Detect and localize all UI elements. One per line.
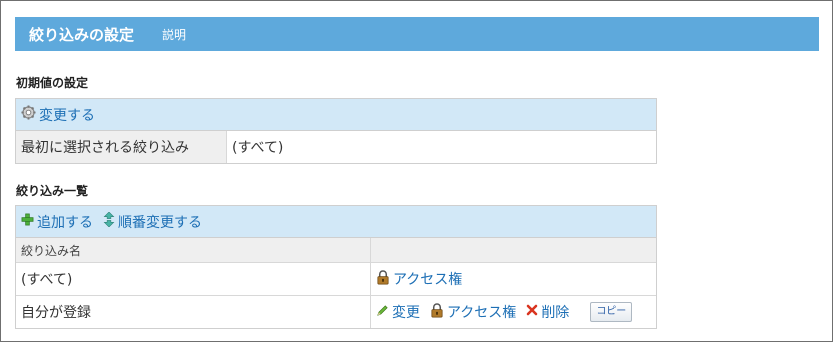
gear-icon [21, 105, 36, 124]
page-title: 絞り込みの設定 [29, 25, 135, 44]
table-row: (すべて) アクセス権 [16, 262, 656, 295]
default-filter-value: (すべて) [226, 131, 656, 163]
column-header-name: 絞り込み名 [16, 238, 370, 262]
delete-button[interactable]: 削除 [526, 302, 569, 322]
change-default-label: 変更する [39, 107, 95, 124]
add-filter-button[interactable]: 追加する [21, 212, 93, 232]
access-rights-button[interactable]: アクセス権 [376, 269, 462, 289]
up-down-arrows-icon [103, 211, 115, 231]
settings-page: 絞り込みの設定 説明 初期値の設定 変更する 最初に選択される絞り込み (すべて… [0, 0, 833, 342]
list-section-title: 絞り込み一覧 [16, 184, 89, 198]
defaults-section-title: 初期値の設定 [16, 76, 89, 90]
pencil-icon [376, 304, 389, 321]
default-filter-row: 最初に選択される絞り込み (すべて) [16, 131, 656, 163]
lock-icon [376, 269, 390, 289]
access-rights-label: アクセス権 [393, 272, 463, 288]
copy-button[interactable]: コピー [590, 302, 633, 322]
reorder-filters-label: 順番変更する [118, 214, 202, 231]
list-toolbar: 追加する 順番変更する [16, 206, 656, 238]
reorder-filters-button[interactable]: 順番変更する [103, 211, 202, 232]
filters-table: 追加する 順番変更する 絞り込み名 (すべて) アクセス権 自分が登録 変更 ア… [15, 205, 657, 329]
edit-button[interactable]: 変更 [376, 302, 420, 322]
plus-icon [21, 213, 34, 230]
filter-actions: 変更 アクセス権 削除 コピー [370, 296, 656, 328]
help-link[interactable]: 説明 [162, 26, 186, 43]
delete-x-icon [526, 304, 538, 320]
defaults-toolbar: 変更する [16, 99, 656, 131]
page-header: 絞り込みの設定 説明 [15, 17, 819, 51]
default-filter-label: 最初に選択される絞り込み [16, 131, 226, 163]
defaults-table: 変更する 最初に選択される絞り込み (すべて) [15, 98, 657, 164]
change-default-button[interactable]: 変更する [21, 105, 95, 125]
table-row: 自分が登録 変更 アクセス権 削除 コピー [16, 295, 656, 328]
filter-name: 自分が登録 [21, 305, 91, 321]
table-header-row: 絞り込み名 [16, 238, 656, 262]
access-rights-button[interactable]: アクセス権 [430, 302, 516, 322]
edit-label: 変更 [392, 305, 420, 321]
filter-actions: アクセス権 [370, 263, 656, 295]
lock-icon [430, 302, 444, 322]
column-header-actions [370, 238, 656, 262]
filter-name: (すべて) [21, 272, 73, 288]
access-rights-label: アクセス権 [447, 305, 517, 321]
add-filter-label: 追加する [37, 214, 93, 231]
delete-label: 削除 [541, 305, 570, 321]
